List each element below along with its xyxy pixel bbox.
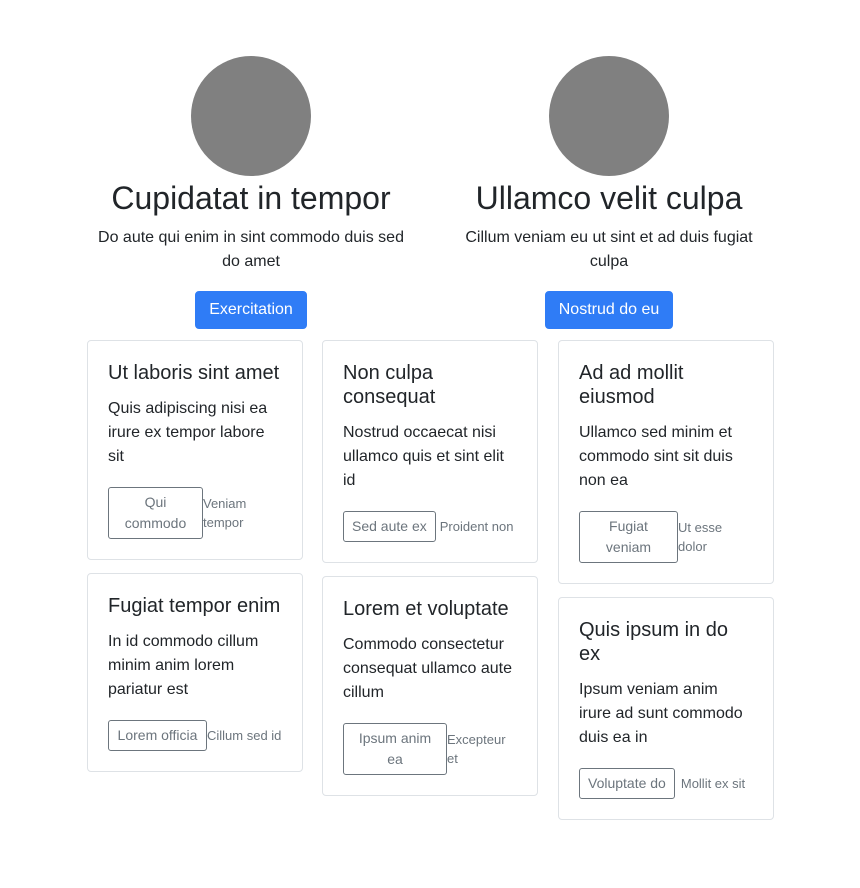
card-footer: Qui commodo Veniam tempor bbox=[108, 487, 282, 539]
card-footer: Sed aute ex Proident non bbox=[343, 511, 517, 542]
nostrud-do-eu-button[interactable]: Nostrud do eu bbox=[544, 291, 674, 329]
exercitation-button[interactable]: Exercitation bbox=[195, 291, 307, 329]
profile-title: Cupidatat in tempor bbox=[111, 180, 391, 216]
avatar bbox=[549, 56, 669, 176]
card-text: Ipsum veniam anim irure ad sunt commodo … bbox=[579, 681, 743, 746]
card-note: Ut esse dolor bbox=[678, 520, 723, 554]
profile-description: Cillum veniam eu ut sint et ad duis fugi… bbox=[465, 229, 753, 270]
card-note: Proident non bbox=[439, 519, 514, 534]
profile-section-1: Cupidatat in tempor Do aute qui enim in … bbox=[91, 56, 411, 329]
card-note: Cillum sed id bbox=[207, 728, 282, 743]
card-footer: Fugiat veniam Ut esse dolor bbox=[579, 511, 753, 563]
card: Ut laboris sint amet Quis adipiscing nis… bbox=[87, 340, 303, 560]
card-column-2: Non culpa consequat Nostrud occaecat nis… bbox=[322, 340, 538, 809]
card: Quis ipsum in do ex Ipsum veniam anim ir… bbox=[558, 597, 774, 820]
card-action-button[interactable]: Lorem officia bbox=[108, 720, 207, 751]
card-footer: Voluptate do Mollit ex sit bbox=[579, 768, 753, 799]
card-text: Ullamco sed minim et commodo sint sit du… bbox=[579, 424, 733, 489]
card-title: Fugiat tempor enim bbox=[108, 595, 281, 617]
card-action-button[interactable]: Qui commodo bbox=[108, 487, 203, 539]
card-title: Ut laboris sint amet bbox=[108, 362, 280, 384]
avatar bbox=[191, 56, 311, 176]
card-action-button[interactable]: Sed aute ex bbox=[343, 511, 436, 542]
card-action-button[interactable]: Ipsum anim ea bbox=[343, 723, 447, 775]
card-note: Mollit ex sit bbox=[680, 776, 746, 791]
card-footer: Ipsum anim ea Excepteur et bbox=[343, 723, 517, 775]
card-title: Quis ipsum in do ex bbox=[579, 619, 728, 665]
card-action-button[interactable]: Fugiat veniam bbox=[579, 511, 678, 563]
card-title: Non culpa consequat bbox=[343, 362, 436, 408]
card-action-button[interactable]: Voluptate do bbox=[579, 768, 675, 799]
card: Ad ad mollit eiusmod Ullamco sed minim e… bbox=[558, 340, 774, 584]
card-text: Commodo consectetur consequat ullamco au… bbox=[343, 636, 512, 701]
card-column-1: Ut laboris sint amet Quis adipiscing nis… bbox=[87, 340, 303, 785]
card-text: Nostrud occaecat nisi ullamco quis et si… bbox=[343, 424, 504, 489]
card-title: Lorem et voluptate bbox=[343, 598, 509, 620]
card: Non culpa consequat Nostrud occaecat nis… bbox=[322, 340, 538, 563]
card-text: In id commodo cillum minim anim lorem pa… bbox=[108, 633, 259, 698]
card-footer: Lorem officia Cillum sed id bbox=[108, 720, 282, 751]
card-note: Excepteur et bbox=[447, 732, 506, 766]
card-note: Veniam tempor bbox=[203, 496, 247, 530]
card-title: Ad ad mollit eiusmod bbox=[579, 362, 684, 408]
profile-title: Ullamco velit culpa bbox=[475, 180, 743, 216]
card: Fugiat tempor enim In id commodo cillum … bbox=[87, 573, 303, 772]
card: Lorem et voluptate Commodo consectetur c… bbox=[322, 576, 538, 796]
card-column-3: Ad ad mollit eiusmod Ullamco sed minim e… bbox=[558, 340, 774, 833]
card-text: Quis adipiscing nisi ea irure ex tempor … bbox=[108, 400, 268, 465]
profile-section-2: Ullamco velit culpa Cillum veniam eu ut … bbox=[449, 56, 769, 329]
profile-description: Do aute qui enim in sint commodo duis se… bbox=[98, 229, 404, 270]
